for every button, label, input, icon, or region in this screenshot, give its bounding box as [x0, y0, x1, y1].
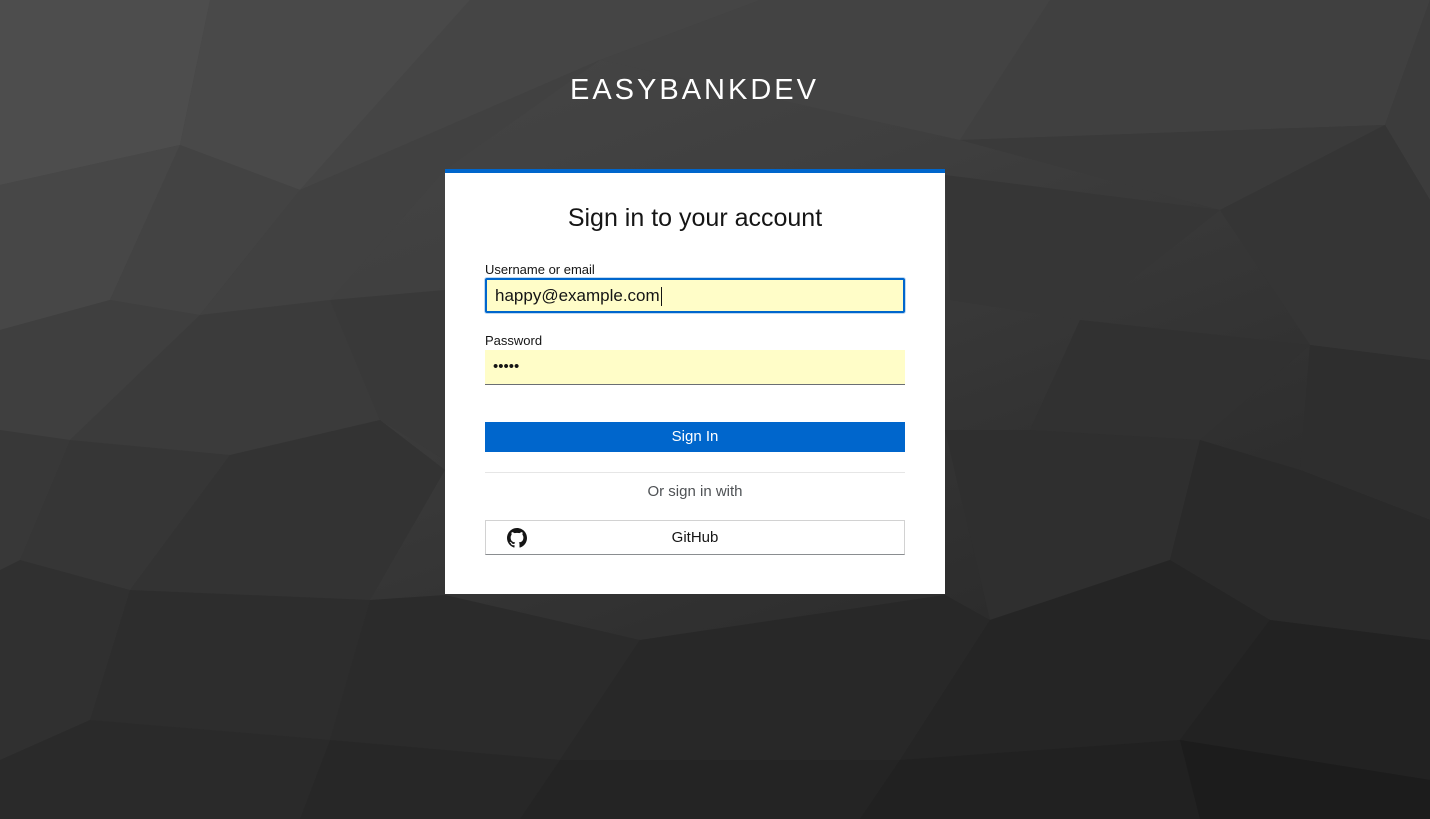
login-card: Sign in to your account Username or emai… — [445, 169, 945, 594]
github-sign-in-button[interactable]: GitHub — [485, 520, 905, 555]
github-button-label: GitHub — [671, 529, 719, 546]
login-title: Sign in to your account — [567, 204, 823, 232]
sign-in-button[interactable]: Sign In — [485, 422, 905, 452]
text-caret — [660, 287, 662, 307]
username-field[interactable]: happy@example.com — [485, 278, 905, 313]
brand-logo-text: EASYBANKDEV — [570, 74, 819, 106]
divider — [485, 472, 905, 473]
username-label: Username or email — [485, 262, 595, 277]
password-masked-value: ••••• — [493, 358, 520, 375]
username-value: happy@example.com — [495, 286, 660, 305]
password-field[interactable]: ••••• — [485, 350, 905, 385]
or-sign-in-with-text: Or sign in with — [647, 483, 743, 500]
password-label: Password — [485, 333, 543, 348]
